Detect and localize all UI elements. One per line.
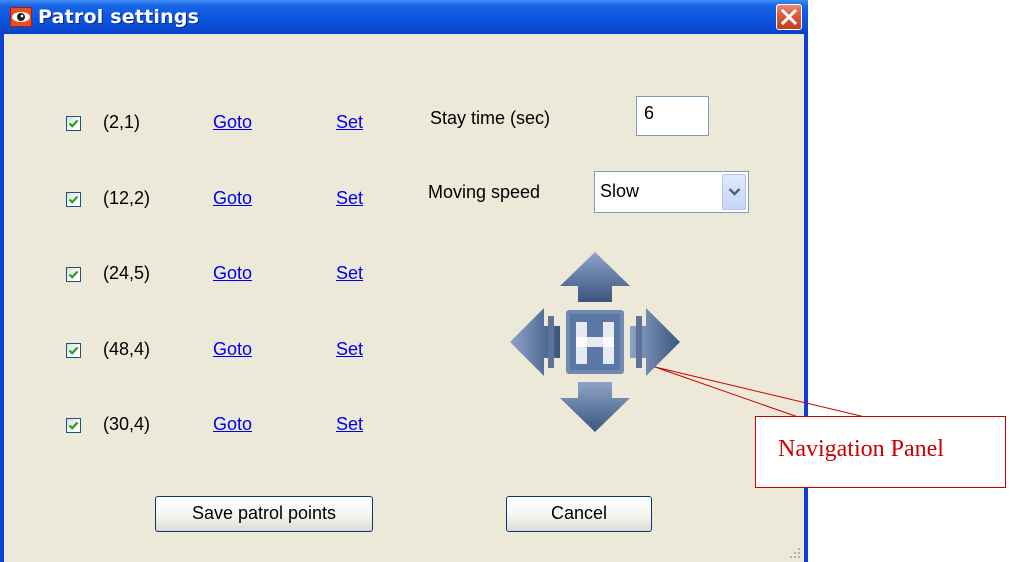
checkmark-icon xyxy=(68,195,79,204)
patrol-settings-window: Patrol settings (2,1) Goto Set (12,2) Go… xyxy=(0,0,808,562)
set-link[interactable]: Set xyxy=(336,263,363,284)
checkmark-icon xyxy=(68,119,79,128)
window-title: Patrol settings xyxy=(38,6,200,28)
moving-speed-select[interactable]: Slow xyxy=(594,171,749,213)
moving-speed-label: Moving speed xyxy=(428,182,541,202)
set-link[interactable]: Set xyxy=(336,188,363,209)
cancel-button[interactable]: Cancel xyxy=(506,496,652,532)
stay-time-input[interactable]: 6 xyxy=(636,96,709,136)
patrol-point-checkbox[interactable] xyxy=(66,192,81,207)
stay-time-label: Stay time (sec) xyxy=(430,108,551,128)
set-link[interactable]: Set xyxy=(336,112,363,133)
patrol-point-checkbox[interactable] xyxy=(66,267,81,282)
close-button[interactable] xyxy=(776,4,802,30)
callout-label: Navigation Panel xyxy=(778,436,944,462)
chevron-down-icon xyxy=(728,188,741,196)
goto-link[interactable]: Goto xyxy=(213,188,252,209)
dialog-body: (2,1) Goto Set (12,2) Goto Set (24,5) Go… xyxy=(4,34,804,562)
set-link[interactable]: Set xyxy=(336,414,363,435)
patrol-point-label: (2,1) xyxy=(103,112,141,132)
goto-link[interactable]: Goto xyxy=(213,339,252,360)
arrow-down-icon[interactable] xyxy=(560,382,630,432)
patrol-point-label: (24,5) xyxy=(103,263,151,283)
arrow-right-icon[interactable] xyxy=(630,308,680,376)
goto-link[interactable]: Goto xyxy=(213,414,252,435)
home-icon[interactable] xyxy=(566,310,624,374)
goto-link[interactable]: Goto xyxy=(213,112,252,133)
moving-speed-value: Slow xyxy=(600,181,640,201)
close-x-icon xyxy=(781,9,797,25)
checkmark-icon xyxy=(68,346,79,355)
save-patrol-points-button[interactable]: Save patrol points xyxy=(155,496,373,532)
checkmark-icon xyxy=(68,421,79,430)
navigation-panel-callout: Navigation Panel xyxy=(755,416,1006,488)
checkmark-icon xyxy=(68,270,79,279)
title-bar[interactable]: Patrol settings xyxy=(0,0,808,34)
patrol-point-checkbox[interactable] xyxy=(66,418,81,433)
navigation-panel xyxy=(508,250,683,435)
patrol-point-checkbox[interactable] xyxy=(66,343,81,358)
eye-icon xyxy=(10,7,32,27)
patrol-point-label: (30,4) xyxy=(103,414,151,434)
set-link[interactable]: Set xyxy=(336,339,363,360)
arrow-left-icon[interactable] xyxy=(510,308,560,376)
resize-grip-icon[interactable] xyxy=(786,544,802,560)
patrol-point-label: (12,2) xyxy=(103,188,151,208)
arrow-up-icon[interactable] xyxy=(560,252,630,302)
goto-link[interactable]: Goto xyxy=(213,263,252,284)
patrol-point-checkbox[interactable] xyxy=(66,116,81,131)
dropdown-button[interactable] xyxy=(722,174,746,210)
patrol-point-label: (48,4) xyxy=(103,339,151,359)
